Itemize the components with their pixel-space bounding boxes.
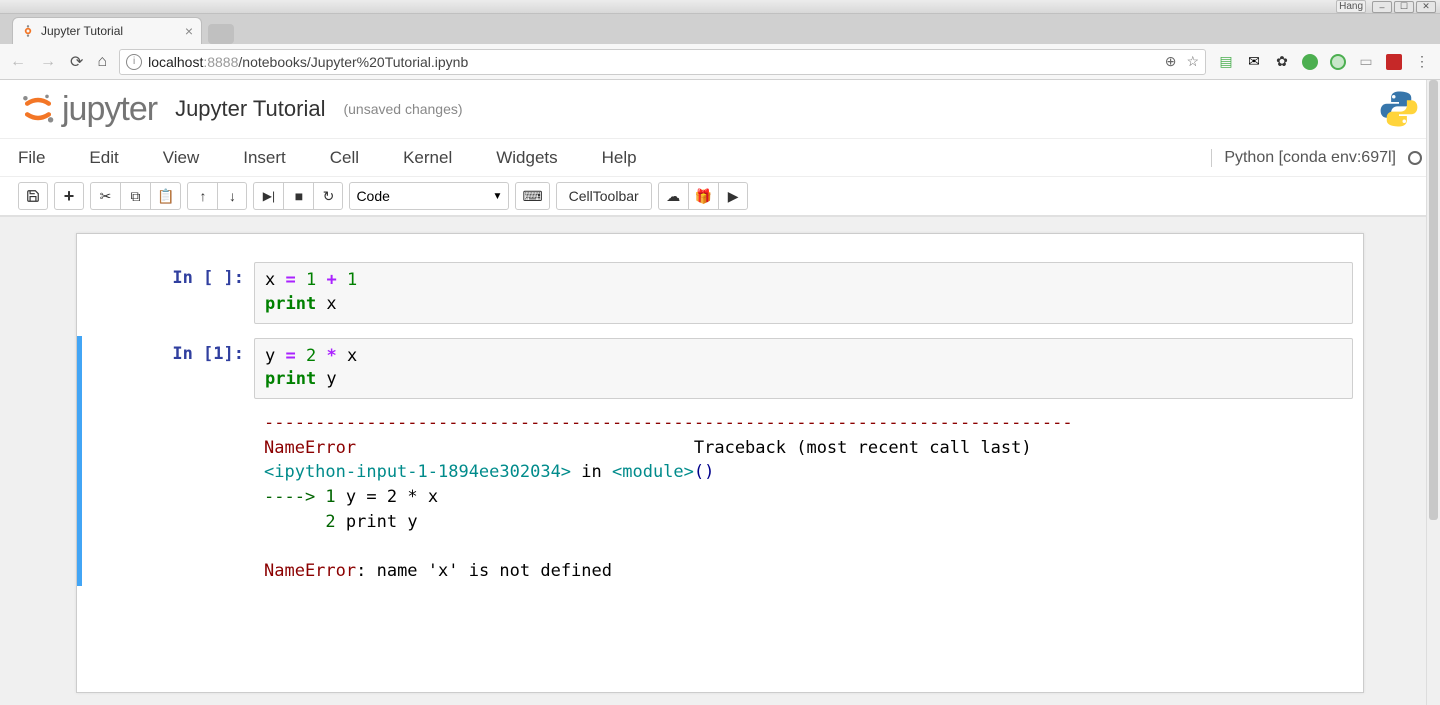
paste-button[interactable]: 📋 — [150, 182, 181, 210]
jupyter-favicon — [21, 24, 35, 38]
nav-controls: ← → ⟳ ⌂ — [10, 52, 107, 72]
url-path: /notebooks/Jupyter%20Tutorial.ipynb — [238, 54, 468, 70]
home-button[interactable]: ⌂ — [97, 53, 107, 71]
menu-help[interactable]: Help — [602, 148, 637, 168]
input-prompt: In [ ]: — [82, 262, 254, 324]
ext-icon-evernote[interactable]: ✿ — [1274, 54, 1290, 70]
output-text: ----------------------------------------… — [264, 411, 1343, 583]
add-cell-button[interactable]: + — [54, 182, 84, 210]
menu-cell[interactable]: Cell — [330, 148, 359, 168]
url-port: :8888 — [203, 54, 238, 70]
dropdown-caret-icon: ▼ — [493, 191, 503, 202]
ext-icon-dot[interactable] — [1302, 54, 1318, 70]
python-logo-icon — [1378, 88, 1420, 130]
vertical-scrollbar[interactable] — [1426, 80, 1440, 705]
browser-toolbar: ← → ⟳ ⌂ i localhost:8888/notebooks/Jupyt… — [0, 44, 1440, 80]
new-tab-button[interactable] — [208, 24, 234, 44]
code-input-area[interactable]: y = 2 * x print y — [254, 338, 1353, 400]
code-input-area[interactable]: x = 1 + 1 print x — [254, 262, 1353, 324]
notebook-container: In [ ]: x = 1 + 1 print x In [1]: y = 2 … — [76, 233, 1364, 693]
input-prompt: In [1]: — [82, 338, 254, 400]
move-up-button[interactable]: ↑ — [187, 182, 217, 210]
zoom-icon[interactable]: ⊕ — [1165, 53, 1177, 70]
output-prompt — [82, 403, 254, 583]
command-palette-button[interactable]: ⌨ — [515, 182, 549, 210]
extension-icons: ▤ ✉ ✿ ▭ ⋮ — [1218, 54, 1430, 70]
bookmark-star-icon[interactable]: ☆ — [1186, 53, 1199, 70]
tab-close-icon[interactable]: × — [185, 23, 193, 39]
gift-button[interactable]: 🎁 — [688, 182, 718, 210]
browser-tab-title: Jupyter Tutorial — [41, 24, 179, 38]
code-text: x = 1 + 1 print x — [265, 269, 1342, 317]
move-down-button[interactable]: ↓ — [217, 182, 247, 210]
ext-icon-1[interactable]: ▤ — [1218, 54, 1234, 70]
notebook-scroll-area[interactable]: In [ ]: x = 1 + 1 print x In [1]: y = 2 … — [0, 217, 1440, 705]
chrome-menu-icon[interactable]: ⋮ — [1414, 54, 1430, 70]
notebook-name[interactable]: Jupyter Tutorial — [175, 96, 325, 122]
ext-icon-lastpass[interactable] — [1386, 54, 1402, 70]
interrupt-button[interactable]: ■ — [283, 182, 313, 210]
site-info-icon[interactable]: i — [126, 54, 142, 70]
menu-insert[interactable]: Insert — [243, 148, 286, 168]
os-close-button[interactable]: ✕ — [1416, 1, 1436, 13]
restart-button[interactable]: ↻ — [313, 182, 343, 210]
output-area: ----------------------------------------… — [254, 403, 1353, 583]
jupyter-header: jupyter Jupyter Tutorial (unsaved change… — [0, 80, 1440, 217]
menu-kernel[interactable]: Kernel — [403, 148, 452, 168]
ext-icon-chat[interactable]: ▭ — [1358, 54, 1374, 70]
save-button[interactable] — [18, 182, 48, 210]
cut-button[interactable]: ✂ — [90, 182, 120, 210]
ext-icon-grammarly[interactable] — [1330, 54, 1346, 70]
menu-widgets[interactable]: Widgets — [496, 148, 557, 168]
copy-button[interactable]: ⧉ — [120, 182, 150, 210]
code-cell[interactable]: In [ ]: x = 1 + 1 print x — [77, 260, 1363, 326]
video-button[interactable]: ▶ — [718, 182, 748, 210]
os-minimize-button[interactable]: – — [1372, 1, 1392, 13]
browser-tab-active[interactable]: Jupyter Tutorial × — [12, 17, 202, 44]
jupyter-logo[interactable]: jupyter — [20, 90, 157, 129]
page-viewport: jupyter Jupyter Tutorial (unsaved change… — [0, 80, 1440, 705]
kernel-name-label: Python [conda env:697l] — [1224, 149, 1396, 167]
os-user-label: Hang — [1336, 0, 1366, 13]
cell-type-select[interactable]: Code ▼ — [349, 182, 509, 210]
os-maximize-button[interactable]: ☐ — [1394, 1, 1414, 13]
menu-file[interactable]: File — [18, 148, 45, 168]
os-titlebar: Hang – ☐ ✕ — [0, 0, 1440, 14]
code-cell-output: ----------------------------------------… — [77, 401, 1363, 585]
code-cell-selected[interactable]: In [1]: y = 2 * x print y — [77, 336, 1363, 402]
browser-tabstrip: Jupyter Tutorial × — [0, 14, 1440, 44]
jupyter-toolbar: + ✂ ⧉ 📋 ↑ ↓ ▶| ■ ↻ Code ▼ ⌨ CellToolbar — [0, 176, 1440, 216]
code-text: y = 2 * x print y — [265, 345, 1342, 393]
reload-button[interactable]: ⟳ — [70, 52, 83, 72]
menu-view[interactable]: View — [163, 148, 200, 168]
cell-type-value: Code — [356, 188, 389, 204]
menu-edit[interactable]: Edit — [89, 148, 118, 168]
ext-icon-mail[interactable]: ✉ — [1246, 54, 1262, 70]
upload-button[interactable]: ☁ — [658, 182, 688, 210]
save-status: (unsaved changes) — [343, 101, 462, 117]
jupyter-logo-text: jupyter — [62, 90, 157, 129]
back-button[interactable]: ← — [10, 53, 26, 71]
forward-button[interactable]: → — [40, 53, 56, 71]
jupyter-menubar: File Edit View Insert Cell Kernel Widget… — [0, 138, 1440, 176]
address-bar[interactable]: i localhost:8888/notebooks/Jupyter%20Tut… — [119, 49, 1206, 75]
scrollbar-thumb[interactable] — [1429, 80, 1438, 520]
run-button[interactable]: ▶| — [253, 182, 283, 210]
url-host: localhost — [148, 54, 203, 70]
celltoolbar-button[interactable]: CellToolbar — [556, 182, 652, 210]
kernel-idle-icon — [1408, 151, 1422, 165]
